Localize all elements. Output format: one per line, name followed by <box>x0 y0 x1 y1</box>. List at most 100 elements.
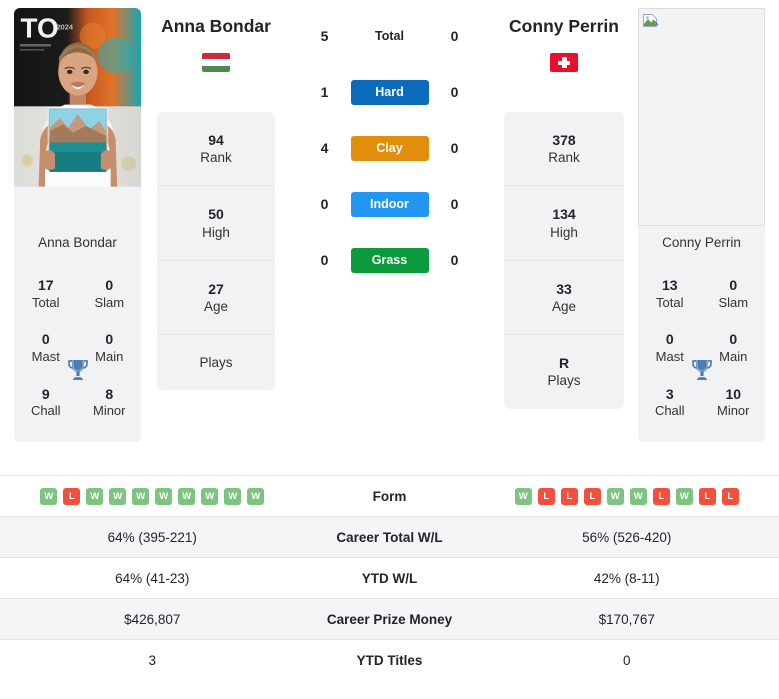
form-badge-win[interactable]: W <box>109 487 127 505</box>
title-stat-cell: 0 Main <box>702 321 766 373</box>
left-form-badges: W L W W W W W W W W <box>6 487 299 505</box>
left-player-column: TO 2024 Anna Bondar 17 Total 0 Slam 0 Ma… <box>0 0 155 443</box>
title-stat-value: 0 <box>41 331 50 348</box>
stat-label: High <box>550 224 578 240</box>
form-badge-loss[interactable]: L <box>698 487 716 505</box>
left-ytd-titles: 3 <box>148 652 156 668</box>
stat-label: Rank <box>548 150 580 166</box>
form-badge-loss[interactable]: L <box>63 487 81 505</box>
right-rank-column: Conny Perrin 378 Rank 134 High 33 Age R … <box>504 0 624 409</box>
stat-value: 33 <box>556 280 572 297</box>
left-surface-value: 0 <box>320 196 329 212</box>
form-badge-win[interactable]: W <box>606 487 624 505</box>
title-stat-label: Total <box>656 294 684 310</box>
title-stat-cell: 9 Chall <box>14 376 78 428</box>
surface-label-total: Total <box>375 29 404 43</box>
form-badge-win[interactable]: W <box>247 487 265 505</box>
form-badge-win[interactable]: W <box>178 487 196 505</box>
surface-label-wrap: Hard <box>350 79 429 105</box>
form-badge-loss[interactable]: L <box>721 487 739 505</box>
stat-label: Plays <box>199 355 233 371</box>
stat-value: 94 <box>208 132 224 148</box>
player-comparison-page: TO 2024 Anna Bondar 17 Total 0 Slam 0 Ma… <box>0 0 779 699</box>
title-stat-cell: 0 Slam <box>78 267 142 319</box>
title-stat-cell: 0 Mast <box>14 321 78 373</box>
form-badge-loss[interactable]: L <box>652 487 670 505</box>
stat-cell-age: 33 Age <box>504 261 624 336</box>
left-player-photo[interactable]: TO 2024 <box>14 8 141 226</box>
title-stat-value: 8 <box>105 385 114 402</box>
surface-badge-indoor[interactable]: Indoor <box>350 191 429 217</box>
stat-value: R <box>558 355 570 372</box>
title-stat-label: Main <box>719 348 748 364</box>
table-row-form: W L W W W W W W W W Form W L L L W W L W… <box>0 475 779 516</box>
table-row-career-total-wl: 64% (395-221) Career Total W/L 56% (526-… <box>0 516 779 557</box>
right-player-photo[interactable] <box>638 8 765 226</box>
right-surface-value: 0 <box>450 252 459 268</box>
form-badge-win[interactable]: W <box>155 487 173 505</box>
title-stat-value: 3 <box>665 385 674 402</box>
right-ytd-wl: 42% (8-11) <box>593 570 660 586</box>
form-badge-win[interactable]: W <box>629 487 647 505</box>
form-badge-win[interactable]: W <box>675 487 693 505</box>
surface-badge-grass[interactable]: Grass <box>350 247 429 273</box>
title-stat-value: 0 <box>729 277 738 293</box>
surface-label-wrap: Total <box>351 27 429 45</box>
title-stat-value: 0 <box>105 277 114 293</box>
title-stat-label: Total <box>32 294 60 310</box>
right-titles-card: 13 Total 0 Slam 0 Mast 0 Main 3 Chall 10… <box>638 261 765 443</box>
table-label-ytd-wl: YTD W/L <box>361 570 418 586</box>
title-stat-label: Slam <box>94 294 125 310</box>
right-career-total-wl: 56% (526-420) <box>582 529 672 545</box>
left-surface-value: 0 <box>320 252 329 268</box>
table-label-ytd-titles: YTD Titles <box>356 652 423 668</box>
surface-row-grass: 0 Grass 0 <box>275 232 504 288</box>
title-stat-value: 0 <box>665 331 674 348</box>
table-row-ytd-titles: 3 YTD Titles 0 <box>0 639 779 680</box>
left-player-name-caption: Anna Bondar <box>14 226 141 261</box>
switzerland-flag-icon <box>550 53 578 72</box>
surface-badge-hard[interactable]: Hard <box>350 79 429 105</box>
form-badge-loss[interactable]: L <box>583 487 601 505</box>
right-surface-value: 0 <box>450 84 459 100</box>
player-photo-image: TO 2024 <box>14 8 141 187</box>
form-badge-win[interactable]: W <box>224 487 242 505</box>
title-stat-label: Chall <box>654 403 685 419</box>
stat-cell-plays: R Plays <box>504 335 624 408</box>
title-stat-cell: 17 Total <box>14 267 78 319</box>
comparison-area: TO 2024 Anna Bondar 17 Total 0 Slam 0 Ma… <box>0 0 779 475</box>
hungary-flag-icon <box>202 53 230 72</box>
form-badge-win[interactable]: W <box>86 487 104 505</box>
stat-value: 27 <box>208 280 224 297</box>
stat-value: 50 <box>208 206 224 223</box>
left-player-name: Anna Bondar <box>161 16 271 36</box>
right-titles-grid: 13 Total 0 Slam 0 Mast 0 Main 3 Chall 10… <box>638 267 765 428</box>
table-label-form: Form <box>372 488 407 504</box>
form-badge-win[interactable]: W <box>201 487 219 505</box>
right-surface-value: 0 <box>450 140 459 156</box>
right-form-badges: W L L L W W L W L L <box>481 487 774 505</box>
surface-badge-clay[interactable]: Clay <box>350 135 429 161</box>
stat-value: 378 <box>552 132 576 148</box>
form-badge-loss[interactable]: L <box>560 487 578 505</box>
left-surface-value: 4 <box>320 140 329 156</box>
title-stat-label: Minor <box>92 403 126 419</box>
title-stat-label: Mast <box>31 348 60 364</box>
stat-label: Age <box>551 299 577 314</box>
stat-label: Rank <box>200 150 232 166</box>
surface-label-wrap: Grass <box>350 247 429 273</box>
form-badge-win[interactable]: W <box>514 487 532 505</box>
form-badge-loss[interactable]: L <box>537 487 555 505</box>
form-badge-win[interactable]: W <box>132 487 150 505</box>
title-stat-cell: 13 Total <box>638 267 702 319</box>
title-stat-value: 9 <box>41 385 50 402</box>
left-form-cell: W L W W W W W W W W <box>0 487 305 505</box>
form-badge-win[interactable]: W <box>40 487 58 505</box>
left-career-prize-money: $426,807 <box>124 611 181 627</box>
left-titles-grid: 17 Total 0 Slam 0 Mast 0 Main 9 Chall 8 … <box>14 267 141 428</box>
title-stat-label: Slam <box>718 294 749 310</box>
stat-cell-plays: Plays <box>157 335 275 390</box>
right-player-name-caption: Conny Perrin <box>638 226 765 261</box>
title-stat-cell: 8 Minor <box>78 376 142 428</box>
stat-cell-rank: 378 Rank <box>504 112 624 187</box>
